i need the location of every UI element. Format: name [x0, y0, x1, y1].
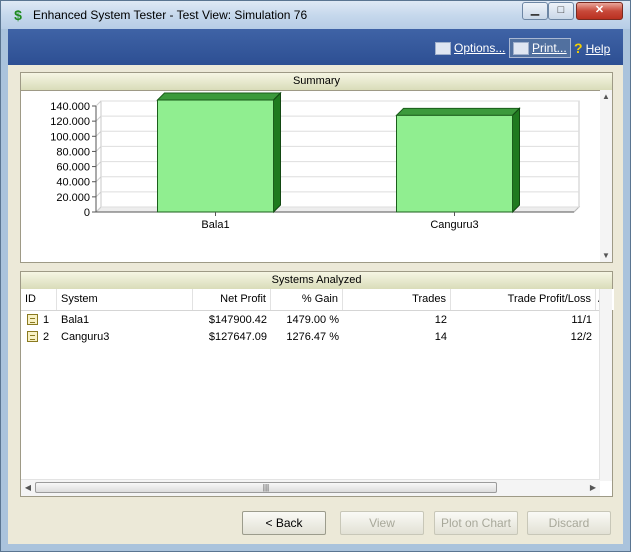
systems-header: Systems Analyzed — [21, 272, 612, 290]
bar — [157, 99, 274, 213]
column-header-id[interactable]: ID — [21, 289, 57, 310]
back-button[interactable]: < Back — [242, 511, 326, 535]
summary-header: Summary — [21, 73, 612, 91]
systems-horizontal-scrollbar[interactable]: ◀ ||| ▶ — [21, 479, 600, 496]
gridline-depth — [95, 176, 102, 183]
gridline-depth — [95, 191, 102, 198]
x-tick-label: Bala1 — [201, 219, 229, 231]
y-tick-label: 120.000 — [50, 116, 90, 128]
x-tick-label: Canguru3 — [430, 219, 478, 231]
maximize-button[interactable]: □ — [548, 2, 574, 20]
gridline-depth — [95, 161, 102, 167]
help-button[interactable]: ? Help — [574, 39, 610, 57]
bar-side — [512, 107, 520, 214]
column-header-net-profit[interactable]: Net Profit — [193, 289, 271, 310]
bar — [396, 114, 513, 213]
options-icon — [435, 42, 451, 56]
y-tick-label: 20.000 — [56, 192, 90, 204]
cell-trades: 14 — [434, 331, 447, 343]
column-header-trades[interactable]: Trades — [343, 289, 451, 310]
scroll-left-icon[interactable]: ◀ — [22, 483, 34, 492]
column-header-trade-profit-loss[interactable]: Trade Profit/Loss — [451, 289, 596, 310]
horizontal-scroll-thumb[interactable]: ||| — [35, 482, 497, 493]
options-button[interactable]: Options... — [435, 39, 505, 57]
gridline-depth — [95, 115, 102, 122]
help-label: Help — [585, 42, 611, 56]
table-row[interactable]: 2 Canguru3 $127647.09 1276.47 % 14 12/2 — [21, 329, 600, 345]
systems-vertical-scrollbar[interactable] — [599, 289, 612, 481]
scroll-down-icon[interactable]: ▼ — [600, 251, 612, 260]
cell-trades: 12 — [434, 314, 447, 326]
client-area: Options... Print... ? Help Summary 0 20.00… — [8, 29, 623, 544]
maximize-icon: □ — [557, 4, 565, 16]
systems-panel: Systems Analyzed ID System Net Profit % … — [20, 271, 614, 497]
y-tick-label: 40.000 — [56, 177, 90, 189]
y-tick-label: 140.000 — [50, 101, 90, 113]
close-button[interactable]: ✕ — [576, 2, 623, 20]
bar-top — [395, 107, 521, 116]
summary-scrollbar[interactable]: ▲ ▼ — [600, 90, 612, 262]
minimize-icon: ▁ — [530, 4, 540, 16]
close-icon: ✕ — [594, 4, 605, 16]
bar-top — [156, 92, 282, 101]
bar-side — [273, 91, 281, 214]
cell-net-profit: $127647.09 — [208, 331, 267, 343]
y-tick-label: 100.000 — [50, 131, 90, 143]
help-icon: ? — [574, 40, 583, 56]
grid-header-row: ID System Net Profit % Gain Trades Trade… — [21, 289, 614, 311]
toolbar: Options... Print... ? Help — [8, 29, 623, 65]
summary-panel: Summary 0 20.000 40.000 60.000 80.000 100.000… — [20, 72, 613, 263]
print-button[interactable]: Print... — [509, 38, 571, 58]
cell-net-profit: $147900.42 — [208, 314, 267, 326]
cell-trade-profit-loss: 11/1 — [571, 314, 592, 326]
y-tick-label: 0 — [84, 207, 90, 219]
system-icon — [27, 314, 38, 325]
cell-trade-profit-loss: 12/2 — [570, 331, 592, 343]
table-row[interactable]: 1 Bala1 $147900.42 1479.00 % 12 11/1 — [21, 312, 600, 328]
cell-id: 1 — [43, 314, 50, 326]
summary-chart: 0 20.000 40.000 60.000 80.000 100.000 120.000 1… — [50, 91, 581, 231]
y-tick-label: 80.000 — [56, 146, 90, 158]
gridline-depth — [95, 100, 102, 107]
dollar-icon: $ — [14, 7, 22, 23]
column-header-system[interactable]: System — [57, 289, 193, 310]
view-button[interactable]: View — [340, 511, 424, 535]
title-bar[interactable]: $ Enhanced System Tester - Test View: Si… — [1, 1, 630, 29]
gridline-depth — [95, 146, 102, 152]
y-tick-label: 60.000 — [56, 162, 90, 174]
cell-system: Bala1 — [61, 314, 90, 326]
gridline-depth — [95, 130, 102, 137]
minimize-button[interactable]: ▁ — [522, 2, 548, 20]
cell-id: 2 — [43, 331, 50, 343]
footer-bar: < Back View Plot on Chart Discard — [8, 504, 623, 544]
column-header-gain[interactable]: % Gain — [271, 289, 343, 310]
scroll-up-icon[interactable]: ▲ — [600, 92, 612, 101]
cell-gain: 1479.00 % — [286, 314, 339, 326]
print-label: Print... — [532, 41, 567, 55]
printer-icon — [513, 42, 529, 56]
options-label: Options... — [454, 41, 506, 55]
window-title: Enhanced System Tester - Test View: Simu… — [33, 8, 308, 22]
system-icon — [27, 331, 38, 342]
scroll-right-icon[interactable]: ▶ — [587, 483, 599, 492]
application-window: $ Enhanced System Tester - Test View: Si… — [0, 0, 631, 552]
cell-system: Canguru3 — [61, 331, 110, 343]
plot-on-chart-button[interactable]: Plot on Chart — [434, 511, 518, 535]
cell-gain: 1276.47 % — [286, 331, 339, 343]
discard-button[interactable]: Discard — [527, 511, 611, 535]
